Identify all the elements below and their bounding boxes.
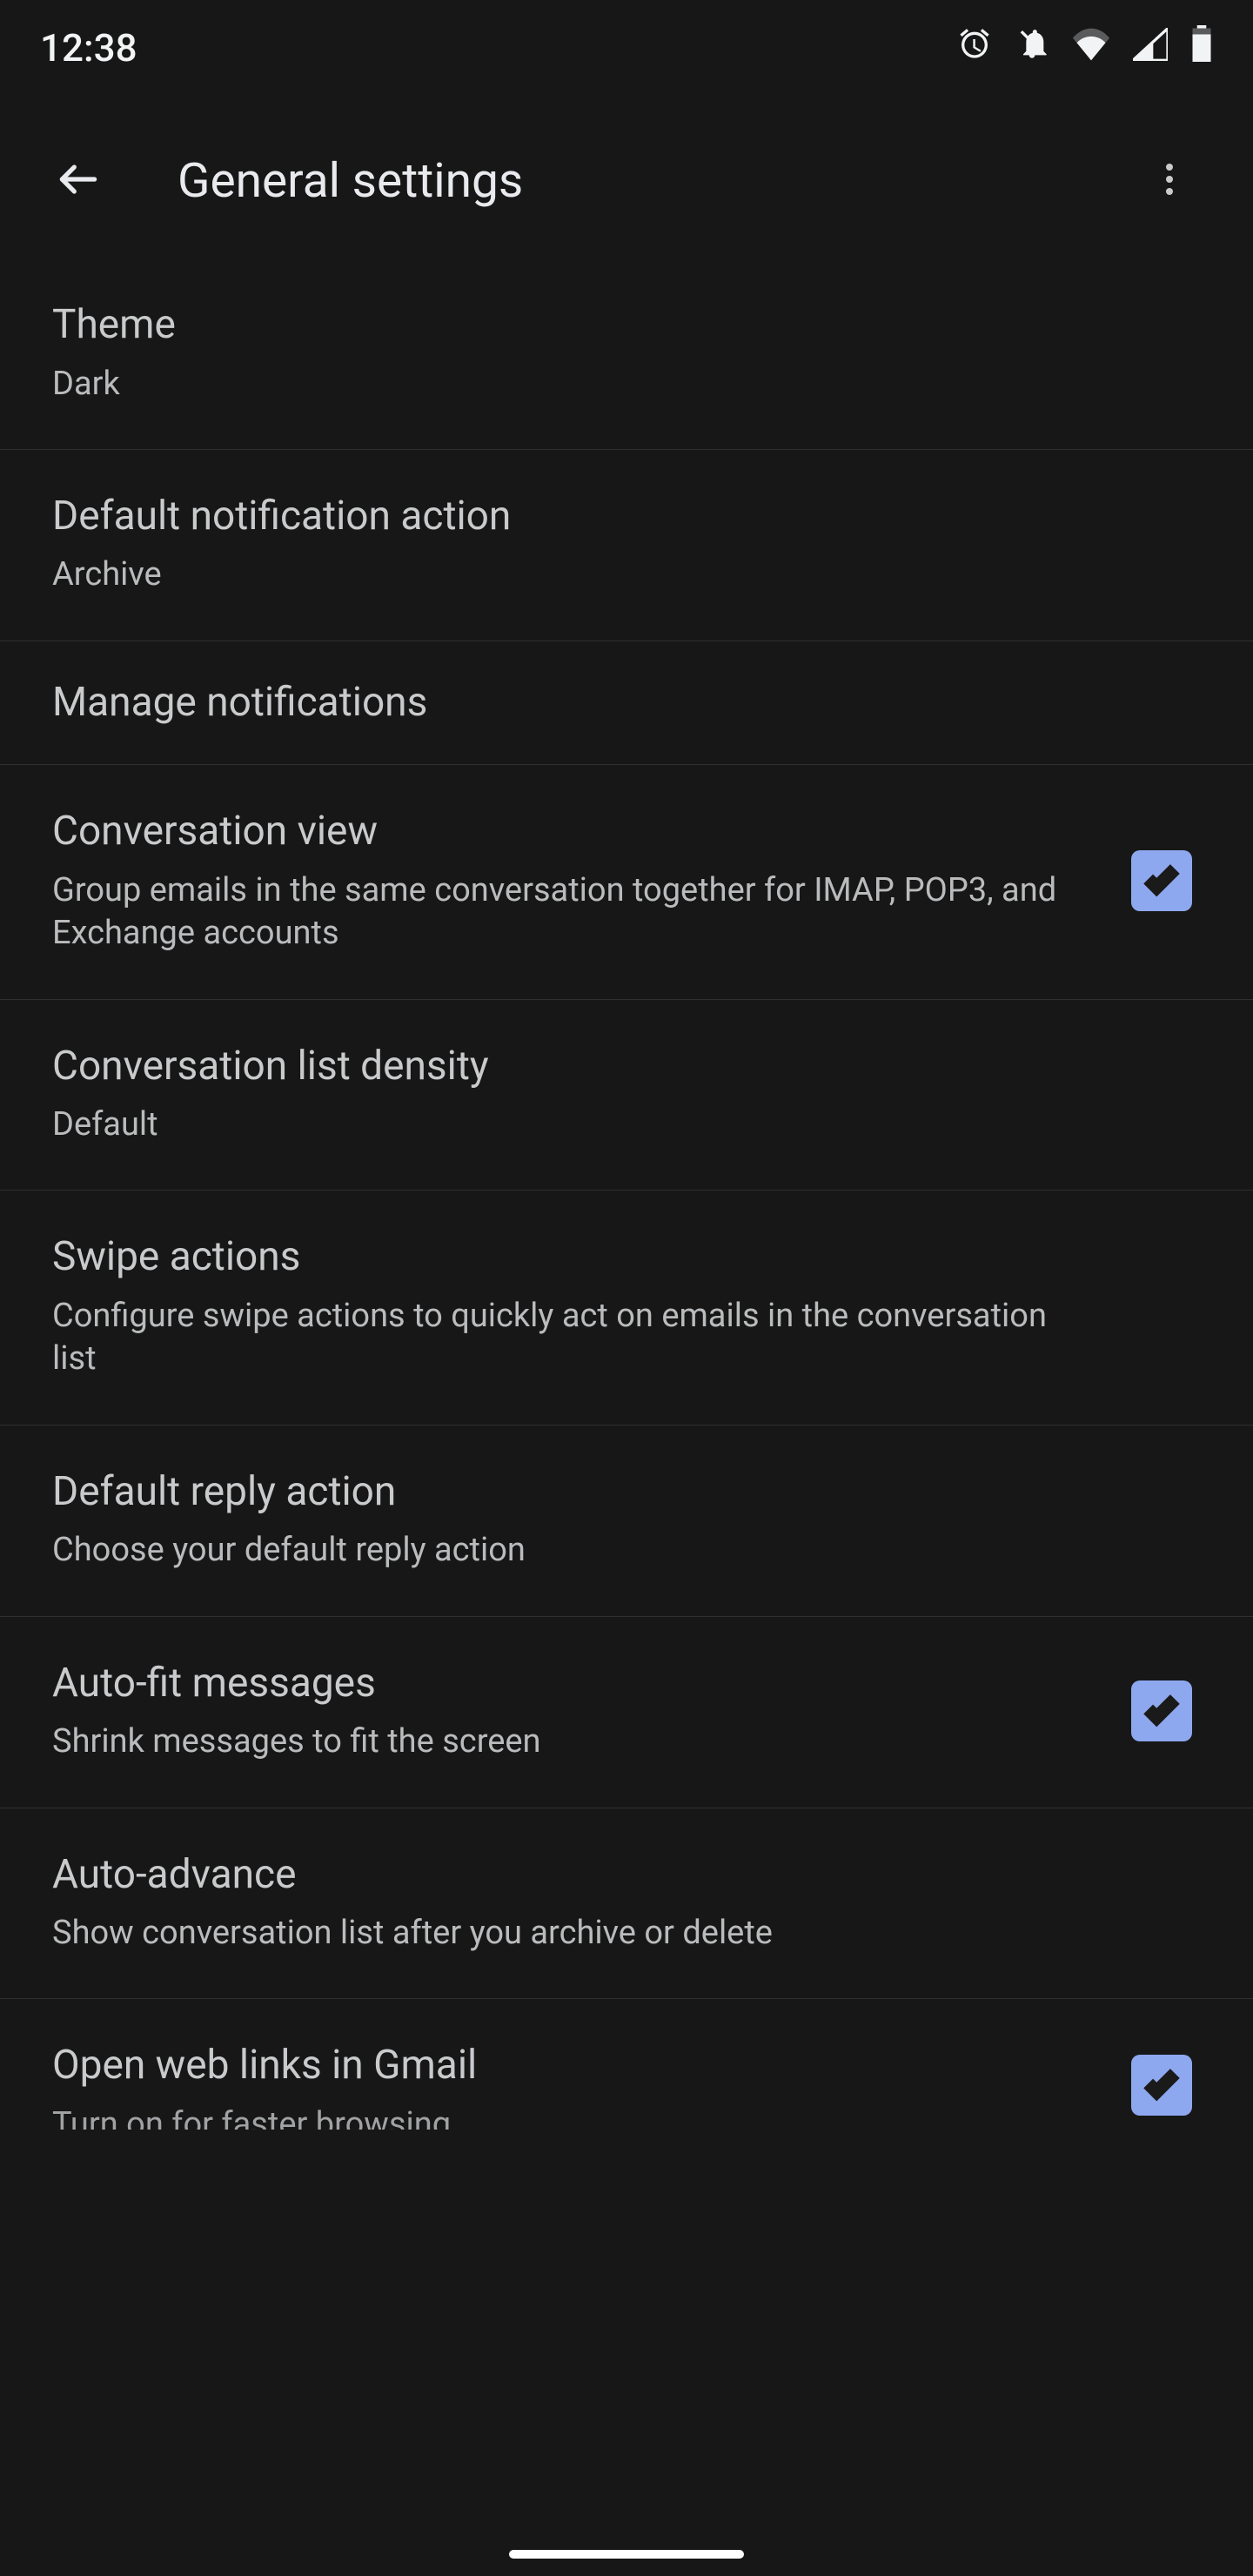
checkbox-open-web-links[interactable] (1131, 2055, 1192, 2116)
setting-description: Configure swipe actions to quickly act o… (52, 1295, 1079, 1381)
overflow-menu-button[interactable] (1126, 138, 1213, 225)
wifi-icon (1072, 25, 1110, 70)
status-time: 12:38 (40, 25, 137, 70)
more-vert-icon (1149, 158, 1190, 204)
setting-description: Shrink messages to fit the screen (52, 1721, 1079, 1763)
setting-value: Archive (52, 553, 1079, 596)
setting-value: Default (52, 1104, 1079, 1146)
checkbox-conversation-view[interactable] (1131, 850, 1192, 911)
setting-description: Choose your default reply action (52, 1529, 1079, 1572)
setting-value: Dark (52, 363, 1079, 406)
setting-title: Manage notifications (52, 678, 1201, 728)
app-bar: General settings (0, 96, 1253, 265)
setting-swipe-actions[interactable]: Swipe actions Configure swipe actions to… (0, 1191, 1253, 1425)
setting-title: Open web links in Gmail (52, 2041, 1103, 2091)
back-button[interactable] (35, 138, 122, 225)
setting-description: Group emails in the same conversation to… (52, 869, 1079, 956)
setting-title: Conversation list density (52, 1042, 1201, 1092)
checkbox-auto-fit[interactable] (1131, 1680, 1192, 1741)
setting-theme[interactable]: Theme Dark (0, 265, 1253, 450)
dnd-icon (1015, 25, 1049, 70)
signal-icon (1133, 25, 1168, 70)
setting-description: Turn on for faster browsing (52, 2103, 1079, 2130)
settings-list: Theme Dark Default notification action A… (0, 265, 1253, 2130)
alarm-icon (957, 25, 992, 70)
setting-title: Default reply action (52, 1467, 1201, 1518)
setting-auto-advance[interactable]: Auto-advance Show conversation list afte… (0, 1808, 1253, 2000)
check-icon (1142, 2063, 1182, 2107)
setting-manage-notifications[interactable]: Manage notifications (0, 641, 1253, 766)
setting-auto-fit-messages[interactable]: Auto-fit messages Shrink messages to fit… (0, 1617, 1253, 1808)
setting-open-web-links-in-gmail[interactable]: Open web links in Gmail Turn on for fast… (0, 1999, 1253, 2130)
status-icons (957, 25, 1213, 71)
setting-title: Auto-fit messages (52, 1659, 1103, 1709)
page-title: General settings (178, 153, 1126, 209)
battery-icon (1190, 25, 1213, 71)
setting-title: Conversation view (52, 807, 1103, 857)
setting-title: Swipe actions (52, 1232, 1201, 1283)
nav-handle[interactable] (509, 2550, 744, 2559)
setting-default-reply-action[interactable]: Default reply action Choose your default… (0, 1426, 1253, 1617)
status-bar: 12:38 (0, 0, 1253, 96)
check-icon (1142, 1689, 1182, 1733)
setting-conversation-list-density[interactable]: Conversation list density Default (0, 1000, 1253, 1191)
setting-description: Show conversation list after you archive… (52, 1912, 1079, 1955)
setting-conversation-view[interactable]: Conversation view Group emails in the sa… (0, 765, 1253, 999)
check-icon (1142, 859, 1182, 902)
arrow-back-icon (54, 155, 103, 207)
setting-default-notification-action[interactable]: Default notification action Archive (0, 450, 1253, 641)
setting-title: Theme (52, 300, 1201, 351)
setting-title: Auto-advance (52, 1850, 1201, 1901)
setting-title: Default notification action (52, 492, 1201, 542)
